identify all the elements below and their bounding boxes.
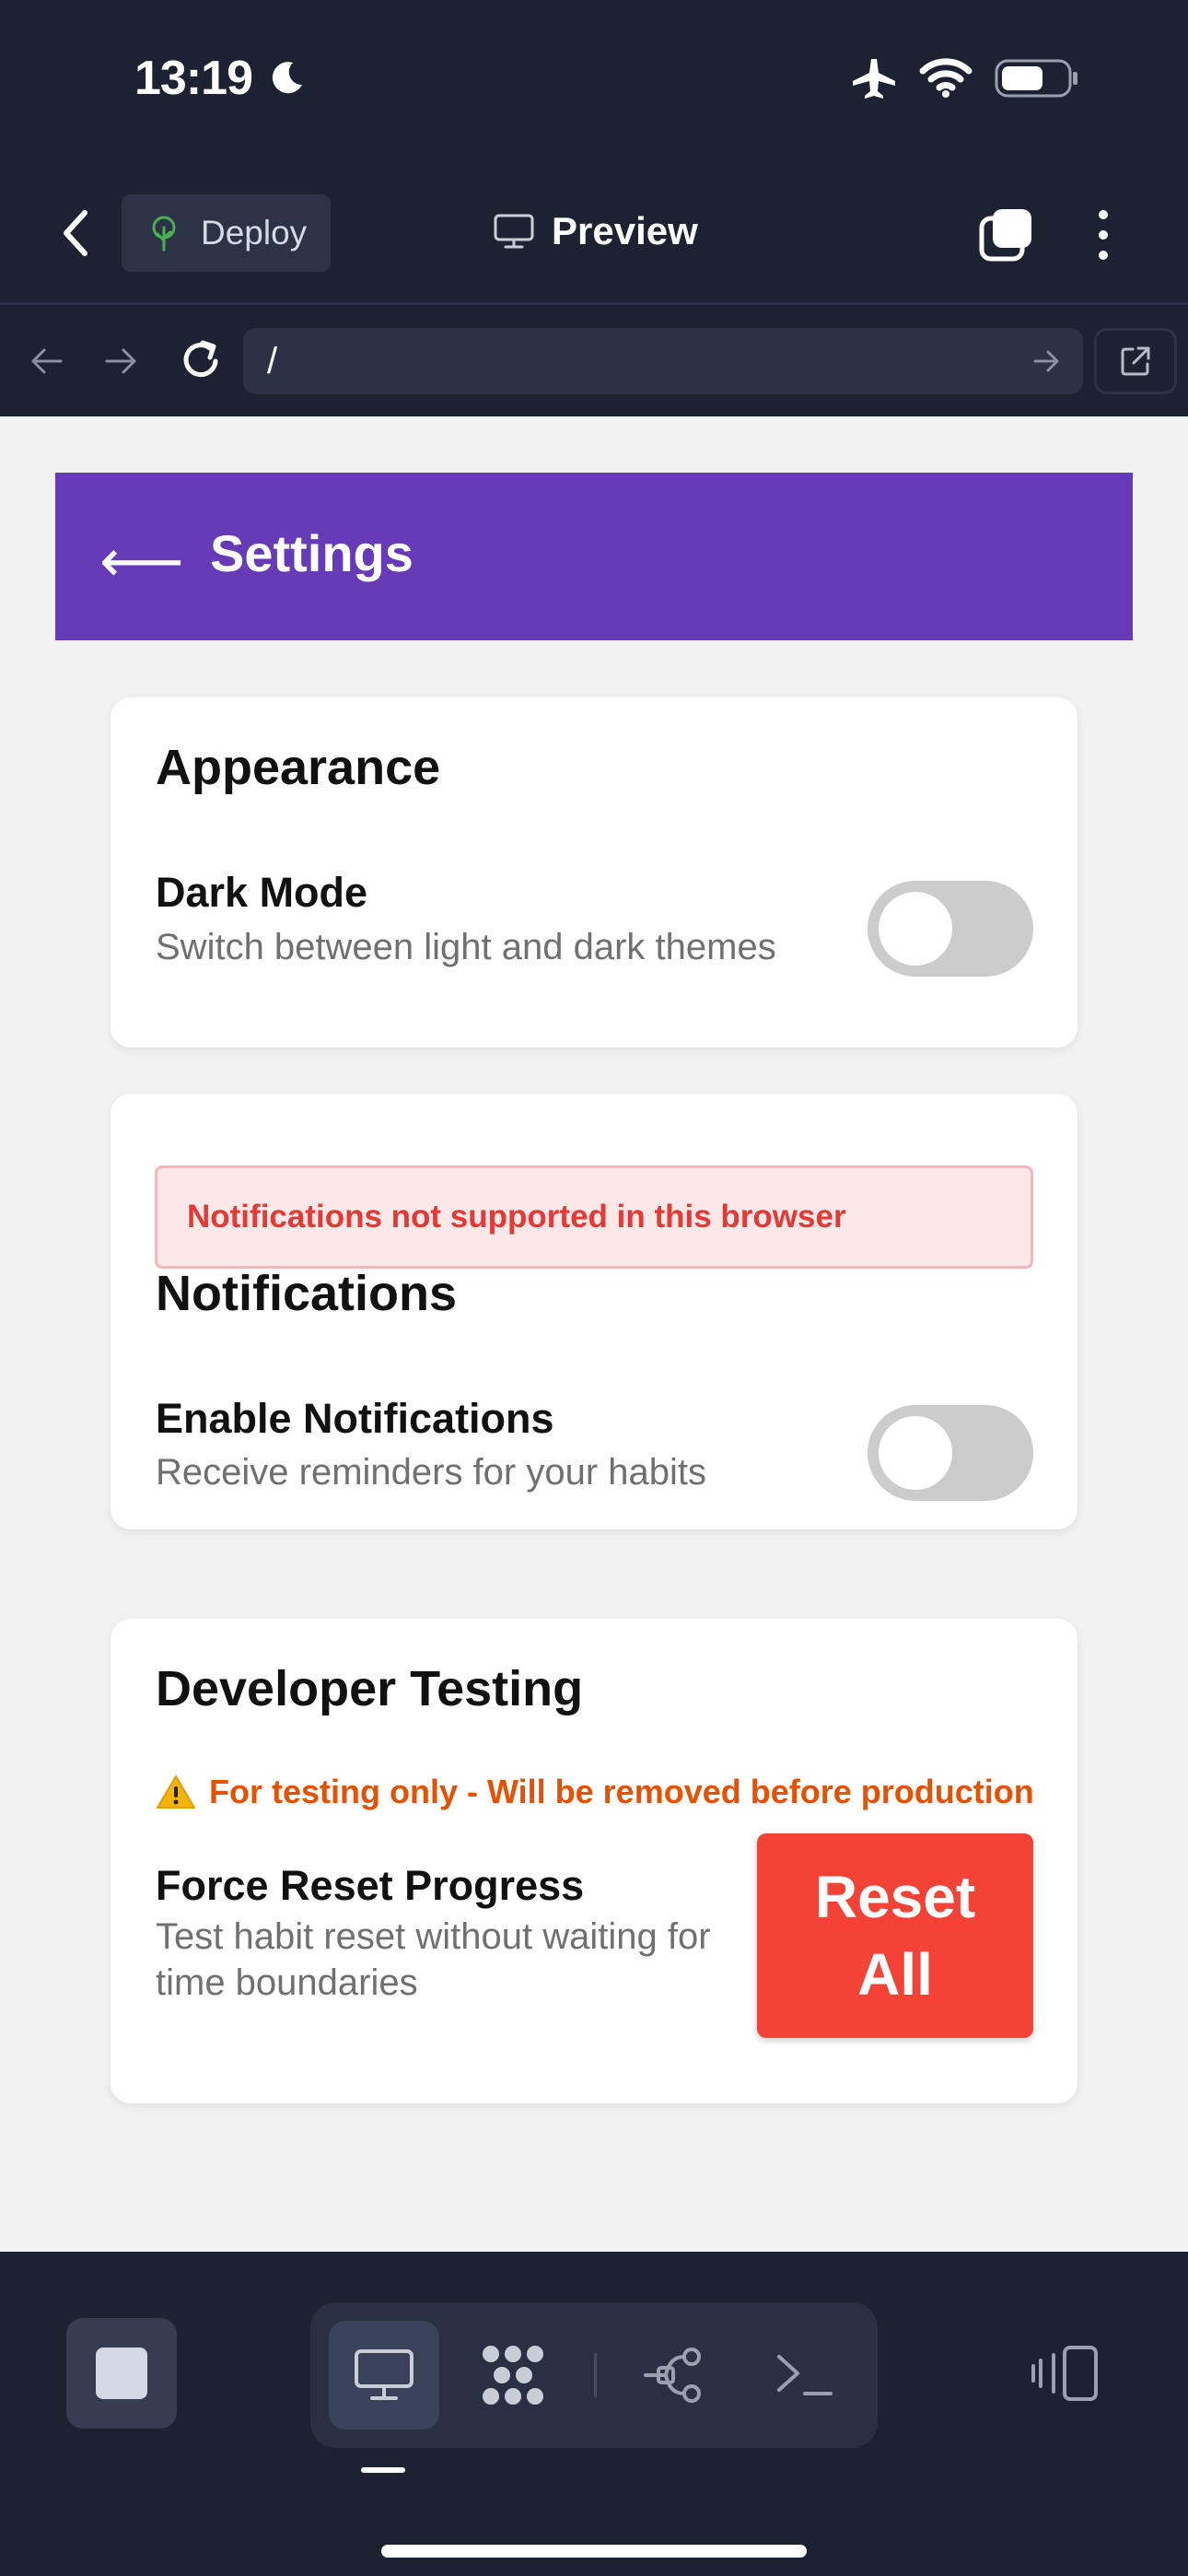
monitor-icon — [355, 2349, 413, 2400]
status-time: 13:19 — [134, 52, 253, 105]
toggle-knob — [879, 1416, 952, 1490]
back-arrow-button[interactable]: ⟵ — [99, 528, 184, 596]
deploy-button[interactable]: Deploy — [122, 194, 331, 272]
preview-label: Preview — [552, 209, 698, 252]
dark-mode-title: Dark Mode — [156, 869, 368, 916]
arrow-right-icon[interactable] — [101, 341, 142, 381]
preview-title: Preview — [493, 209, 698, 253]
status-bar: 13:19 — [0, 0, 1188, 161]
stop-icon — [96, 2348, 147, 2399]
device-switch-icon[interactable] — [1030, 2344, 1100, 2403]
url-text: / — [267, 340, 278, 381]
apps-icon — [483, 2346, 543, 2405]
deploy-icon — [152, 216, 176, 252]
airplane-icon — [853, 59, 895, 99]
wifi-icon — [919, 58, 973, 98]
reset-all-button[interactable]: Reset All — [757, 1833, 1033, 2038]
stop-button[interactable] — [66, 2318, 177, 2429]
battery-icon — [995, 59, 1077, 98]
notifications-card: Notifications not supported in this brow… — [111, 1094, 1077, 1529]
more-vertical-icon[interactable] — [1092, 207, 1114, 263]
enable-notifications-description: Receive reminders for your habits — [156, 1452, 707, 1493]
url-input[interactable]: / — [243, 328, 1083, 394]
appearance-heading: Appearance — [156, 740, 441, 795]
chevron-left-icon[interactable] — [55, 207, 96, 259]
apps-tool-button[interactable] — [458, 2321, 568, 2430]
tabs-icon[interactable] — [978, 205, 1035, 263]
toggle-knob — [879, 892, 952, 966]
tool-divider — [594, 2353, 597, 2397]
notifications-error-banner: Notifications not supported in this brow… — [155, 1165, 1033, 1269]
notifications-toggle[interactable] — [868, 1405, 1033, 1501]
graph-icon — [644, 2348, 701, 2403]
dark-mode-description: Switch between light and dark themes — [156, 927, 776, 967]
moon-icon — [272, 62, 302, 94]
developer-testing-heading: Developer Testing — [156, 1661, 584, 1716]
enable-notifications-title: Enable Notifications — [156, 1395, 554, 1442]
appearance-card: Appearance Dark Mode Switch between ligh… — [111, 697, 1077, 1048]
monitor-icon — [494, 214, 534, 249]
arrow-left-icon[interactable] — [26, 341, 66, 381]
browser-bar: / — [0, 308, 1188, 416]
terminal-icon — [777, 2355, 833, 2395]
deploy-label: Deploy — [201, 214, 308, 252]
open-external-icon — [1121, 346, 1150, 376]
developer-warning-text: For testing only - Will be removed befor… — [209, 1773, 1034, 1810]
page-title: Settings — [210, 524, 413, 582]
force-reset-title: Force Reset Progress — [156, 1862, 585, 1909]
reload-icon[interactable] — [179, 337, 225, 383]
warning-icon — [157, 1775, 195, 1809]
app-header: Deploy Preview — [0, 161, 1188, 305]
home-indicator — [381, 2545, 807, 2558]
page-content: ⟵ Settings Appearance Dark Mode Switch b… — [0, 416, 1188, 2252]
terminal-tool-button[interactable] — [749, 2321, 859, 2430]
developer-testing-card: Developer Testing For testing only - Wil… — [111, 1619, 1077, 2103]
force-reset-description: Test habit reset without waiting for tim… — [156, 1916, 711, 2003]
bottom-toolbar — [0, 2252, 1188, 2576]
open-external-button[interactable] — [1094, 328, 1177, 394]
notifications-heading: Notifications — [156, 1266, 458, 1321]
active-tab-indicator — [361, 2467, 405, 2473]
go-arrow-icon[interactable] — [1030, 345, 1063, 378]
developer-warning: For testing only - Will be removed befor… — [156, 1773, 1034, 1811]
settings-header: ⟵ Settings — [55, 473, 1133, 640]
tool-group — [310, 2302, 878, 2448]
dark-mode-toggle[interactable] — [868, 881, 1033, 977]
graph-tool-button[interactable] — [619, 2321, 729, 2430]
preview-tool-button[interactable] — [329, 2321, 439, 2430]
